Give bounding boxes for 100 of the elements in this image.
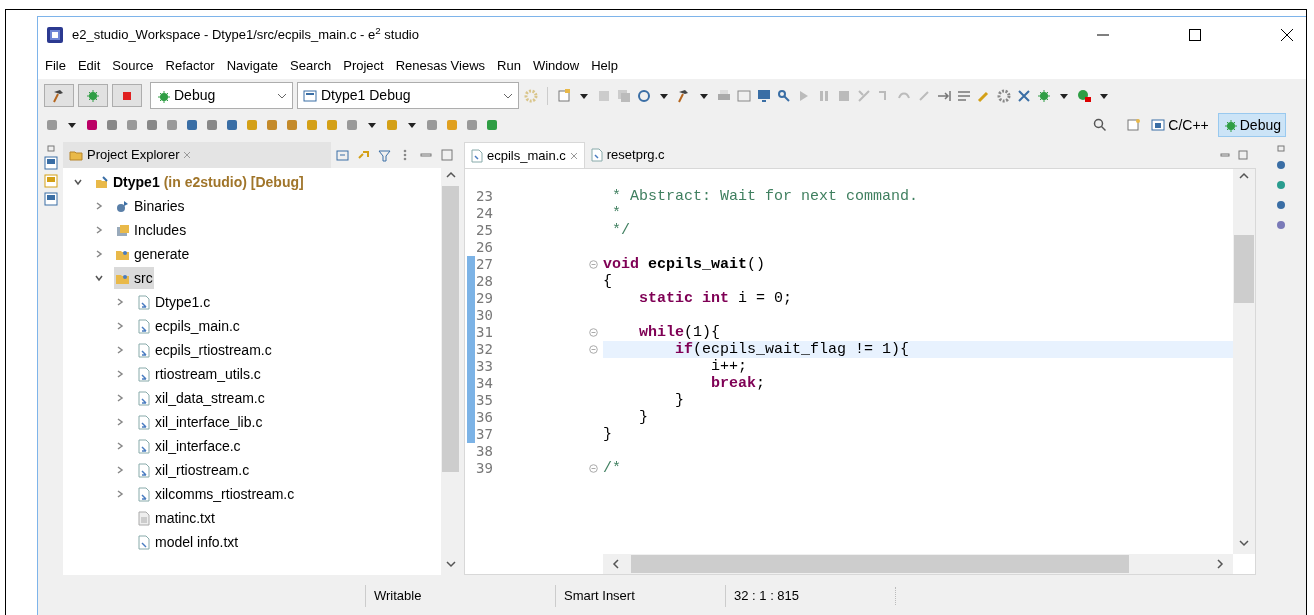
tree-item[interactable]: Dtype1.c	[135, 291, 212, 313]
line-number: 35	[476, 392, 494, 409]
scrollbar-thumb[interactable]	[631, 555, 1129, 573]
run-icon[interactable]	[1076, 87, 1092, 104]
perspective-button[interactable]: Debug	[1217, 113, 1286, 137]
scrollbar-thumb[interactable]	[1234, 235, 1254, 303]
status-text: Writable	[374, 586, 422, 605]
menu-item[interactable]: Window	[531, 55, 581, 76]
tree-item[interactable]: matinc.txt	[135, 507, 216, 529]
text-file-icon	[136, 510, 151, 526]
chevron-right-icon[interactable]	[115, 417, 125, 427]
restore-icon[interactable]	[45, 144, 56, 152]
menu-item[interactable]: Run	[496, 55, 522, 76]
code-line: break;	[710, 375, 766, 392]
chevron-down-icon[interactable]	[94, 273, 104, 283]
scrollbar-thumb[interactable]	[442, 186, 459, 472]
horizontal-scrollbar[interactable]	[603, 554, 1233, 574]
c-file-icon	[136, 342, 151, 358]
stop-button[interactable]	[112, 84, 142, 107]
maximize-icon[interactable]	[1188, 27, 1202, 42]
tree-item[interactable]: Dtype1 (in e2studio) [Debug]	[93, 171, 305, 193]
window-icon	[303, 88, 317, 103]
collapse-icon[interactable]	[589, 464, 598, 473]
tree-item[interactable]: generate	[114, 243, 191, 265]
tree-item[interactable]: src	[114, 267, 154, 289]
close-icon[interactable]	[1280, 27, 1294, 42]
variables-icon[interactable]	[1274, 158, 1288, 172]
breakpoints-icon[interactable]	[1274, 178, 1288, 192]
line-number: 25	[476, 222, 494, 239]
status-text: Smart Insert	[564, 586, 635, 605]
menu-item[interactable]: Source	[111, 55, 155, 76]
tree-item[interactable]: ecpils_rtiostream.c	[135, 339, 273, 361]
project-explorer-tab[interactable]: Project Explorer	[63, 142, 331, 168]
chevron-right-icon[interactable]	[115, 465, 125, 475]
editor-tab[interactable]: ecpils_main.c	[464, 142, 585, 168]
perspective-button[interactable]: C/C++	[1146, 113, 1214, 137]
chevron-down-icon[interactable]	[73, 177, 83, 187]
tree-item[interactable]: xil_rtiostream.c	[135, 459, 251, 481]
console-icon[interactable]	[43, 192, 58, 206]
line-number: 38	[476, 443, 494, 460]
dropdown[interactable]: Debug	[150, 82, 293, 109]
tools-icon[interactable]	[1016, 87, 1032, 104]
c-file-icon	[136, 486, 151, 502]
menu-item[interactable]: Edit	[76, 55, 102, 76]
collapse-icon[interactable]	[589, 345, 598, 354]
filter-icon[interactable]	[377, 148, 391, 162]
c-file-icon	[136, 414, 151, 430]
code-line: {	[603, 273, 612, 290]
menu-item[interactable]: Search	[289, 55, 333, 76]
chevron-right-icon[interactable]	[94, 201, 104, 211]
app-icon	[46, 25, 64, 44]
chevron-right-icon[interactable]	[115, 345, 125, 355]
line-number: 39	[476, 460, 494, 477]
scrollbar[interactable]	[1233, 169, 1255, 554]
tree-item[interactable]: rtiostream_utils.c	[135, 363, 262, 385]
chevron-right-icon[interactable]	[115, 369, 125, 379]
tree-item[interactable]: Includes	[114, 219, 188, 241]
menu-item[interactable]: Refactor	[164, 55, 216, 76]
tree-item[interactable]: model info.txt	[135, 531, 240, 553]
line-number: 27	[476, 256, 494, 273]
chevron-right-icon[interactable]	[94, 249, 104, 259]
chevron-right-icon[interactable]	[115, 321, 125, 331]
chevron-right-icon[interactable]	[94, 225, 104, 235]
chevron-right-icon[interactable]	[115, 489, 125, 499]
menu-item[interactable]: File	[44, 55, 67, 76]
includes-icon	[115, 222, 130, 238]
monitor-icon[interactable]	[756, 87, 772, 104]
chevron-right-icon[interactable]	[115, 393, 125, 403]
chevron-right-icon[interactable]	[115, 441, 125, 451]
tree-item[interactable]: xil_interface.c	[135, 435, 242, 457]
chevron-right-icon[interactable]	[115, 297, 125, 307]
search-icon[interactable]	[1092, 117, 1109, 133]
disconnect-icon[interactable]	[856, 87, 872, 104]
code-line: if(ecpils_wait_flag != 1){	[674, 341, 910, 358]
menu-item[interactable]: Renesas Views	[394, 55, 487, 76]
outline-icon[interactable]	[43, 174, 58, 188]
collapse-icon[interactable]	[589, 260, 598, 269]
hammer-button[interactable]	[44, 84, 74, 107]
menu-item[interactable]: Navigate	[225, 55, 279, 76]
bug-button[interactable]	[78, 84, 108, 107]
registers-icon[interactable]	[1274, 218, 1288, 232]
tree-item[interactable]: xil_interface_lib.c	[135, 411, 264, 433]
open-perspective-icon[interactable]	[1126, 117, 1143, 133]
code-line: /*	[603, 460, 621, 477]
expressions-icon[interactable]	[1274, 198, 1288, 212]
menu-item[interactable]: Help	[590, 55, 619, 76]
line-number: 24	[476, 205, 494, 222]
restore-icon[interactable]	[1276, 144, 1286, 152]
collapse-all-icon[interactable]	[335, 148, 349, 162]
dropdown[interactable]: Dtype1 Debug	[297, 82, 519, 109]
minimize-icon[interactable]	[1220, 151, 1230, 159]
tree-item[interactable]: xil_data_stream.c	[135, 387, 266, 409]
magnifier-icon[interactable]	[776, 87, 792, 104]
tree-item[interactable]: ecpils_main.c	[135, 315, 241, 337]
tree-item[interactable]: xilcomms_rtiostream.c	[135, 483, 296, 505]
code-line: while(1){	[638, 324, 721, 341]
tree-item[interactable]: Binaries	[114, 195, 186, 217]
view-icon[interactable]	[43, 156, 58, 170]
menu-item[interactable]: Project	[342, 55, 385, 76]
collapse-icon[interactable]	[589, 328, 598, 337]
